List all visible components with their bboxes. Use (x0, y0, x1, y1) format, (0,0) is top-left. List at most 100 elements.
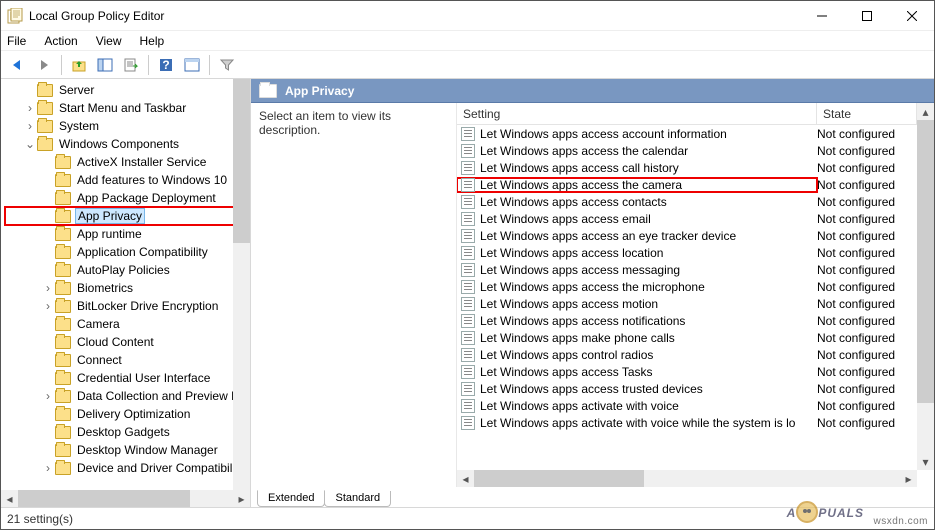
tree-item[interactable]: App Package Deployment (5, 189, 250, 207)
tree-item[interactable]: Server (5, 81, 250, 99)
tree-item[interactable]: ›Device and Driver Compatibilit (5, 459, 250, 477)
expand-icon[interactable]: › (41, 461, 55, 475)
tree-list[interactable]: Server › Start Menu and Taskbar ›System⌄Win… (1, 79, 250, 490)
column-state[interactable]: State (817, 103, 917, 124)
tree-item[interactable]: App runtime (5, 225, 250, 243)
status-text: 21 setting(s) (7, 512, 73, 526)
list-row[interactable]: Let Windows apps access account informat… (457, 125, 934, 142)
minimize-button[interactable] (799, 1, 844, 30)
tree-item[interactable]: ›Biometrics (5, 279, 250, 297)
list-row[interactable]: Let Windows apps access locationNot conf… (457, 244, 934, 261)
menu-action[interactable]: Action (44, 34, 77, 48)
menu-view[interactable]: View (96, 34, 122, 48)
list-row[interactable]: Let Windows apps access an eye tracker d… (457, 227, 934, 244)
list-rows[interactable]: Let Windows apps access account informat… (457, 125, 934, 470)
tree-horizontal-scrollbar[interactable]: ◂ ▸ (1, 490, 250, 507)
column-setting[interactable]: Setting (457, 103, 817, 124)
list-row[interactable]: Let Windows apps access notificationsNot… (457, 312, 934, 329)
folder-icon (55, 426, 71, 439)
scroll-up-icon[interactable]: ▴ (917, 103, 934, 120)
scroll-right-icon[interactable]: ▸ (233, 490, 250, 507)
tree-item[interactable]: ›BitLocker Drive Encryption (5, 297, 250, 315)
expand-icon[interactable]: › (23, 101, 37, 115)
scroll-left-icon[interactable]: ◂ (1, 490, 18, 507)
list-row[interactable]: Let Windows apps access the microphoneNo… (457, 278, 934, 295)
tree-item[interactable]: Delivery Optimization (5, 405, 250, 423)
tree-item[interactable]: Desktop Window Manager (5, 441, 250, 459)
tree-item[interactable]: Desktop Gadgets (5, 423, 250, 441)
policy-icon (461, 280, 475, 294)
forward-button[interactable] (33, 54, 55, 76)
list-row[interactable]: Let Windows apps make phone callsNot con… (457, 329, 934, 346)
list-row[interactable]: Let Windows apps activate with voiceNot … (457, 397, 934, 414)
list-vertical-scrollbar[interactable]: ▴ ▾ (917, 103, 934, 470)
scrollbar-thumb[interactable] (18, 490, 190, 507)
properties-button[interactable] (181, 54, 203, 76)
tree-item[interactable]: AutoPlay Policies (5, 261, 250, 279)
expand-icon[interactable]: › (41, 299, 55, 313)
policy-icon (461, 297, 475, 311)
list-row[interactable]: Let Windows apps control radiosNot confi… (457, 346, 934, 363)
tree-item[interactable]: Camera (5, 315, 250, 333)
show-hide-tree-button[interactable] (94, 54, 116, 76)
setting-state: Not configured (817, 365, 917, 379)
tree-item-label: Start Menu and Taskbar (57, 101, 188, 115)
tree-item[interactable]: › Start Menu and Taskbar (5, 99, 250, 117)
tree-item[interactable]: ⌄Windows Components (5, 135, 250, 153)
list-horizontal-scrollbar[interactable]: ◂ ▸ (457, 470, 917, 487)
tree-item[interactable]: Add features to Windows 10 (5, 171, 250, 189)
list-header: Setting State (457, 103, 934, 125)
tab-standard[interactable]: Standard (324, 491, 391, 507)
tab-extended[interactable]: Extended (257, 490, 325, 507)
list-row[interactable]: Let Windows apps access the calendarNot … (457, 142, 934, 159)
tree-item[interactable]: App Privacy (5, 207, 250, 225)
scrollbar-thumb[interactable] (474, 470, 644, 487)
tree-item[interactable]: ›System (5, 117, 250, 135)
policy-icon (461, 246, 475, 260)
expand-icon[interactable]: › (23, 119, 37, 133)
tree-item[interactable]: Credential User Interface (5, 369, 250, 387)
list-row[interactable]: Let Windows apps access emailNot configu… (457, 210, 934, 227)
tree-item[interactable]: ›Data Collection and Preview B (5, 387, 250, 405)
list-row[interactable]: Let Windows apps access TasksNot configu… (457, 363, 934, 380)
scroll-down-icon[interactable]: ▾ (917, 453, 934, 470)
setting-state: Not configured (817, 263, 917, 277)
tree-item[interactable]: ActiveX Installer Service (5, 153, 250, 171)
up-folder-button[interactable] (68, 54, 90, 76)
export-button[interactable] (120, 54, 142, 76)
scrollbar-thumb[interactable] (917, 120, 934, 403)
list-row[interactable]: Let Windows apps access contactsNot conf… (457, 193, 934, 210)
menu-file[interactable]: File (7, 34, 26, 48)
details-header: App Privacy (251, 79, 934, 103)
expand-icon[interactable]: ⌄ (23, 137, 37, 151)
tree-item[interactable]: Cloud Content (5, 333, 250, 351)
expand-icon[interactable]: › (41, 389, 55, 403)
app-icon (7, 8, 23, 24)
help-button[interactable]: ? (155, 54, 177, 76)
list-row[interactable]: Let Windows apps access trusted devicesN… (457, 380, 934, 397)
list-row[interactable]: Let Windows apps activate with voice whi… (457, 414, 934, 431)
list-row[interactable]: Let Windows apps access motionNot config… (457, 295, 934, 312)
back-button[interactable] (7, 54, 29, 76)
menu-help[interactable]: Help (140, 34, 165, 48)
list-row[interactable]: Let Windows apps access messagingNot con… (457, 261, 934, 278)
expand-icon[interactable]: › (41, 281, 55, 295)
list-row[interactable]: Let Windows apps access call historyNot … (457, 159, 934, 176)
scroll-left-icon[interactable]: ◂ (457, 470, 474, 487)
tree-item[interactable]: Connect (5, 351, 250, 369)
list-row[interactable]: Let Windows apps access the cameraNot co… (457, 176, 934, 193)
policy-icon (461, 178, 475, 192)
scrollbar-thumb[interactable] (233, 79, 250, 243)
filter-button[interactable] (216, 54, 238, 76)
maximize-button[interactable] (844, 1, 889, 30)
folder-icon (55, 192, 71, 205)
tree-item[interactable]: Application Compatibility (5, 243, 250, 261)
folder-icon (55, 354, 71, 367)
tree-item-label: ActiveX Installer Service (75, 155, 208, 169)
tree-vertical-scrollbar[interactable] (233, 79, 250, 490)
close-button[interactable] (889, 1, 934, 30)
folder-icon (37, 120, 53, 133)
scroll-right-icon[interactable]: ▸ (900, 470, 917, 487)
separator (209, 55, 210, 75)
tree-item-label: Desktop Window Manager (75, 443, 220, 457)
